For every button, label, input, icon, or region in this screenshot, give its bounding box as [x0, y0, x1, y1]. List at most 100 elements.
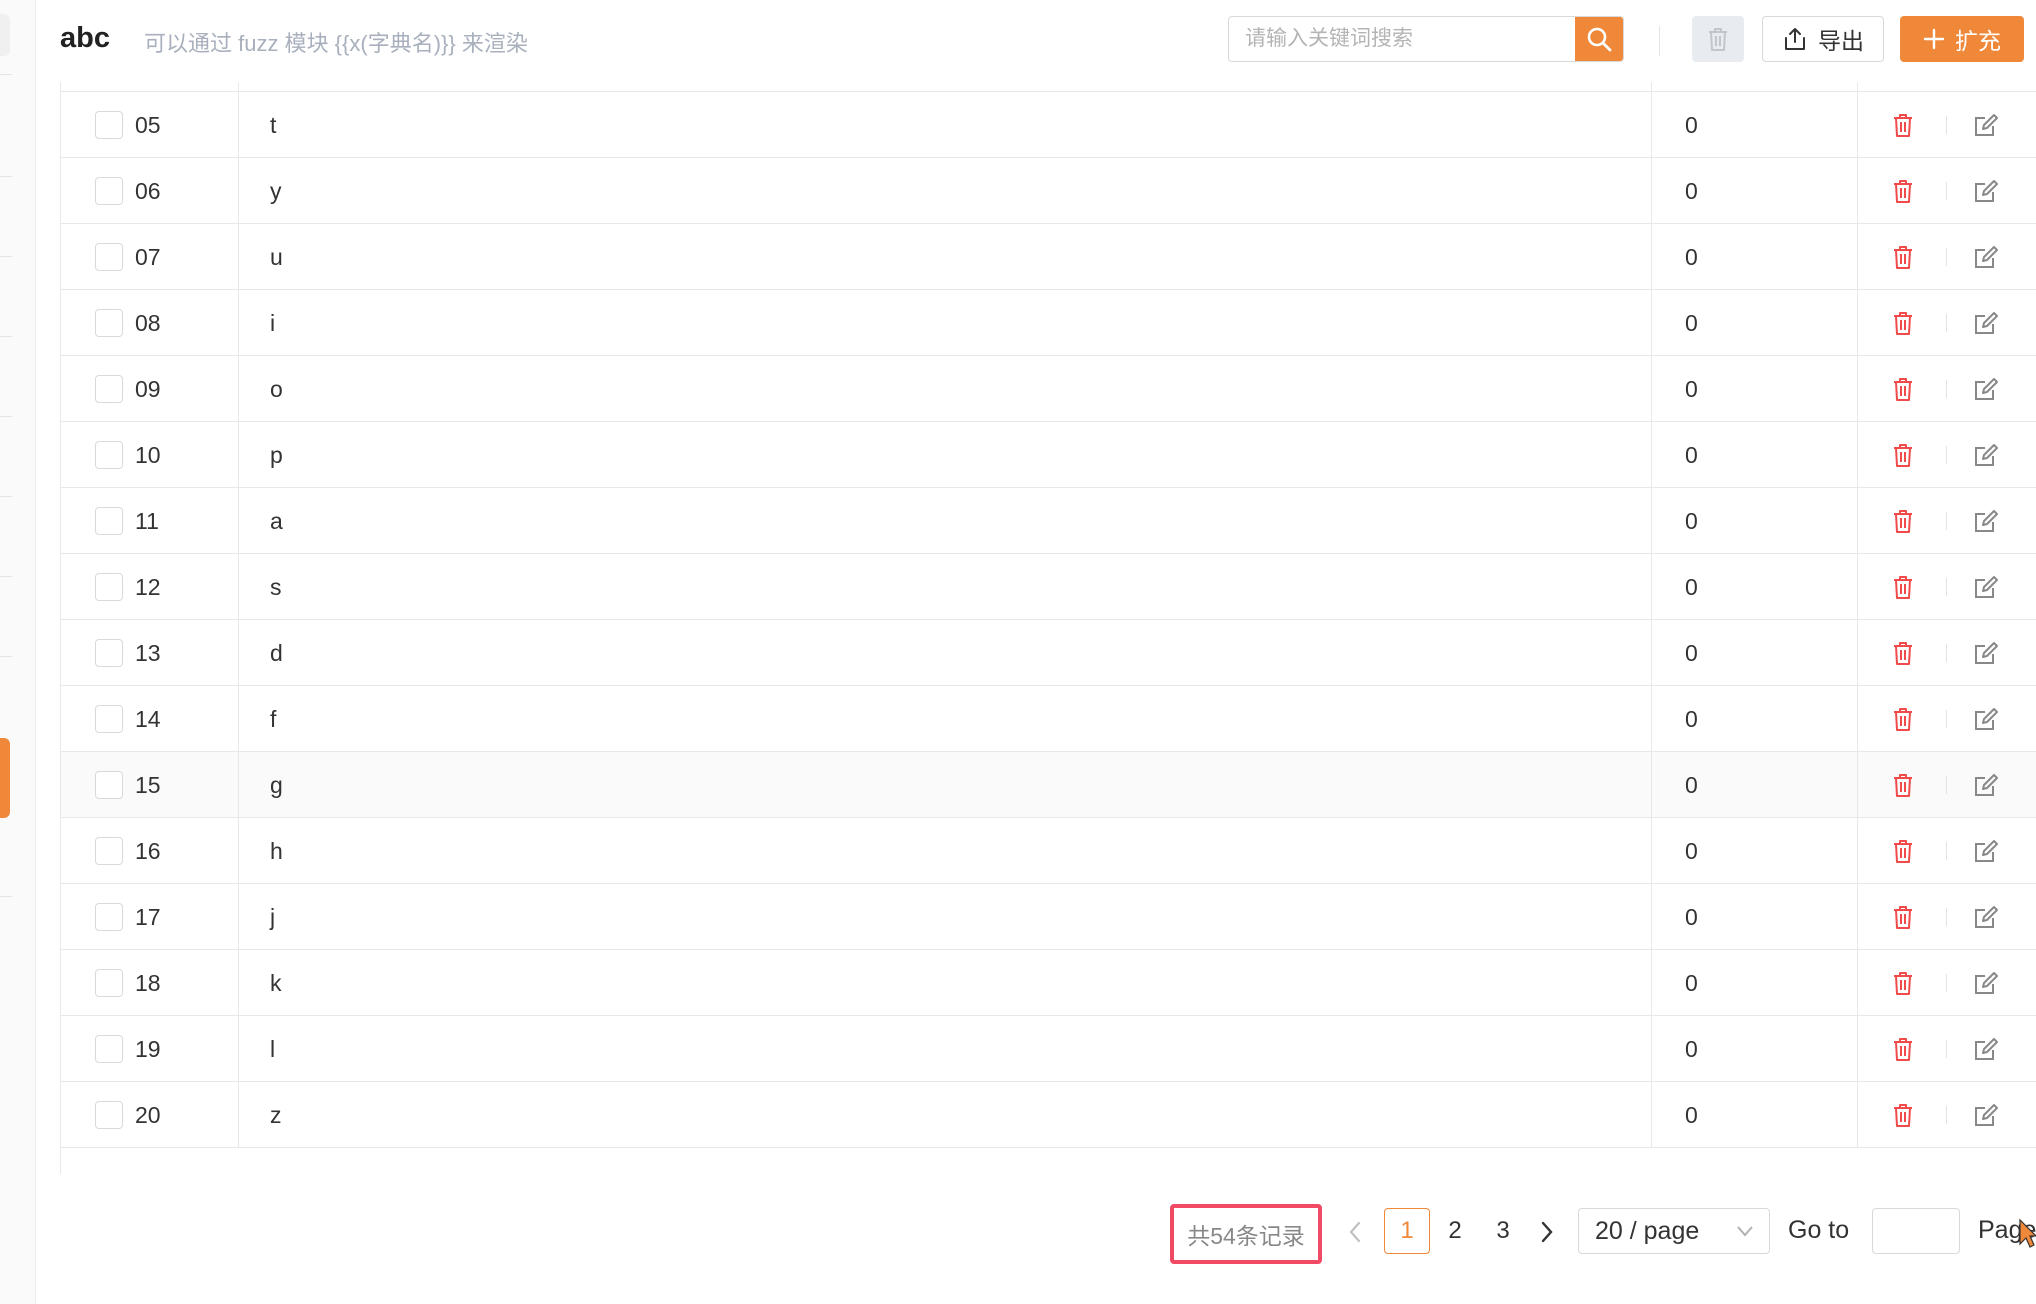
- edit-icon[interactable]: [1973, 356, 1999, 422]
- goto-page-input[interactable]: [1872, 1208, 1960, 1254]
- row-checkbox[interactable]: [95, 705, 123, 733]
- row-checkbox[interactable]: [95, 903, 123, 931]
- page-1-button[interactable]: 1: [1384, 1208, 1430, 1254]
- edit-icon[interactable]: [1973, 818, 1999, 884]
- sidebar-stub[interactable]: [0, 14, 10, 56]
- edit-icon[interactable]: [1973, 554, 1999, 620]
- row-name: p: [270, 441, 283, 468]
- sidebar-active-indicator[interactable]: [0, 738, 10, 818]
- row-checkbox[interactable]: [95, 111, 123, 139]
- delete-icon[interactable]: [1891, 1016, 1915, 1082]
- row-checkbox[interactable]: [95, 573, 123, 601]
- column-divider: [1857, 554, 1858, 620]
- table-row: 10 p 0: [61, 422, 2036, 488]
- edit-icon[interactable]: [1973, 752, 1999, 818]
- delete-icon[interactable]: [1891, 158, 1915, 224]
- delete-icon[interactable]: [1891, 620, 1915, 686]
- row-name: h: [270, 837, 283, 864]
- row-checkbox[interactable]: [95, 639, 123, 667]
- column-divider: [1651, 950, 1652, 1016]
- row-value: 0: [1685, 1035, 1698, 1062]
- page-2-button[interactable]: 2: [1440, 1208, 1470, 1254]
- delete-icon[interactable]: [1891, 818, 1915, 884]
- delete-icon[interactable]: [1891, 884, 1915, 950]
- column-divider: [238, 884, 239, 950]
- row-checkbox[interactable]: [95, 243, 123, 271]
- search-box: [1228, 16, 1624, 62]
- row-id: 06: [135, 177, 161, 204]
- row-checkbox[interactable]: [95, 771, 123, 799]
- chevron-left-icon[interactable]: [1346, 1220, 1364, 1244]
- column-divider: [1857, 752, 1858, 818]
- row-name: d: [270, 639, 283, 666]
- sidebar-divider: [0, 176, 12, 177]
- row-value: 0: [1685, 969, 1698, 996]
- row-checkbox[interactable]: [95, 837, 123, 865]
- table-row: 13 d 0: [61, 620, 2036, 686]
- delete-icon[interactable]: [1891, 92, 1915, 158]
- export-label: 导出: [1818, 28, 1864, 54]
- column-divider: [1857, 488, 1858, 554]
- delete-icon[interactable]: [1891, 224, 1915, 290]
- edit-icon[interactable]: [1973, 488, 1999, 554]
- action-divider: [1946, 380, 1947, 398]
- delete-icon[interactable]: [1891, 752, 1915, 818]
- delete-icon[interactable]: [1891, 950, 1915, 1016]
- page-size-select[interactable]: 20 / page: [1578, 1208, 1770, 1254]
- row-value: 0: [1685, 177, 1698, 204]
- edit-icon[interactable]: [1973, 950, 1999, 1016]
- delete-icon[interactable]: [1891, 290, 1915, 356]
- column-divider: [1857, 224, 1858, 290]
- expand-button[interactable]: 扩充: [1900, 16, 2024, 62]
- row-id: 07: [135, 243, 161, 270]
- row-checkbox[interactable]: [95, 375, 123, 403]
- column-divider: [1651, 752, 1652, 818]
- edit-icon[interactable]: [1973, 158, 1999, 224]
- edit-icon[interactable]: [1973, 686, 1999, 752]
- row-value: 0: [1685, 1101, 1698, 1128]
- column-divider: [238, 422, 239, 488]
- export-button[interactable]: 导出: [1762, 16, 1884, 62]
- search-button[interactable]: [1575, 17, 1623, 61]
- trash-icon: [1709, 28, 1727, 51]
- table-row: 15 g 0: [61, 752, 2036, 818]
- row-checkbox[interactable]: [95, 441, 123, 469]
- column-divider: [1651, 290, 1652, 356]
- page-header: abc 可以通过 fuzz 模块 {{x(字典名)}} 来渲染 导出 扩充: [36, 0, 2036, 82]
- row-checkbox[interactable]: [95, 177, 123, 205]
- delete-icon[interactable]: [1891, 554, 1915, 620]
- row-checkbox[interactable]: [95, 969, 123, 997]
- edit-icon[interactable]: [1973, 290, 1999, 356]
- row-checkbox[interactable]: [95, 309, 123, 337]
- page-3-button[interactable]: 3: [1488, 1208, 1518, 1254]
- edit-icon[interactable]: [1973, 92, 1999, 158]
- edit-icon[interactable]: [1973, 1082, 1999, 1148]
- table-row: 18 k 0: [61, 950, 2036, 1016]
- edit-icon[interactable]: [1973, 1016, 1999, 1082]
- row-name: o: [270, 375, 283, 402]
- chevron-right-icon[interactable]: [1538, 1220, 1556, 1244]
- edit-icon[interactable]: [1973, 224, 1999, 290]
- edit-icon[interactable]: [1973, 620, 1999, 686]
- sidebar-divider: [0, 896, 12, 897]
- table-row: 19 l 0: [61, 1016, 2036, 1082]
- delete-icon[interactable]: [1891, 488, 1915, 554]
- row-checkbox[interactable]: [95, 1101, 123, 1129]
- delete-icon[interactable]: [1891, 1082, 1915, 1148]
- search-input[interactable]: [1229, 17, 1575, 61]
- row-checkbox[interactable]: [95, 507, 123, 535]
- action-divider: [1946, 578, 1947, 596]
- edit-icon[interactable]: [1973, 884, 1999, 950]
- delete-icon[interactable]: [1891, 356, 1915, 422]
- column-divider: [238, 488, 239, 554]
- delete-icon[interactable]: [1891, 422, 1915, 488]
- action-divider: [1946, 116, 1947, 134]
- batch-delete-button[interactable]: [1692, 16, 1744, 62]
- action-divider: [1946, 908, 1947, 926]
- column-divider: [1651, 818, 1652, 884]
- row-checkbox[interactable]: [95, 1035, 123, 1063]
- search-icon: [1587, 27, 1612, 52]
- edit-icon[interactable]: [1973, 422, 1999, 488]
- delete-icon[interactable]: [1891, 686, 1915, 752]
- toolbar-divider: [1659, 26, 1660, 56]
